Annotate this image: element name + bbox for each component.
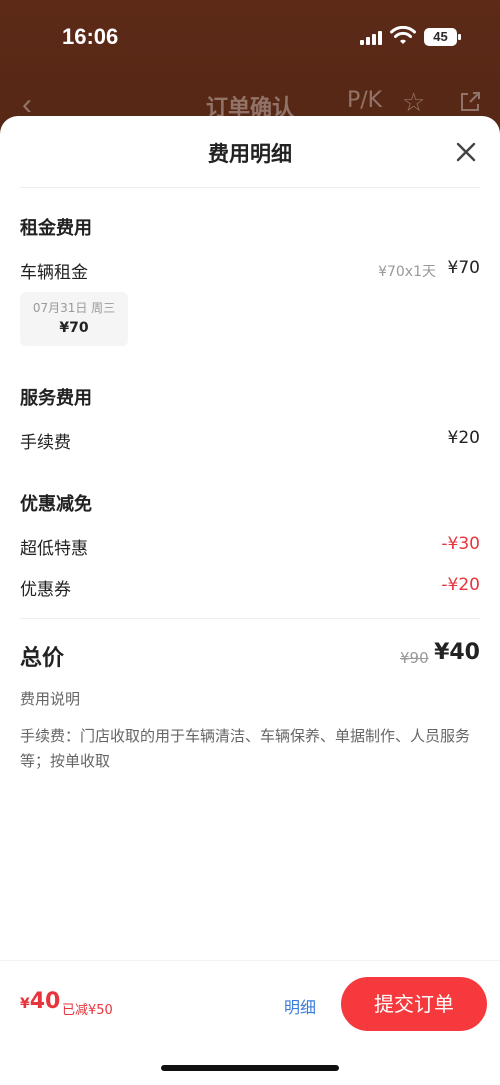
battery-icon: 45 bbox=[424, 28, 461, 46]
rental-label: 车辆租金 bbox=[20, 263, 88, 283]
close-icon[interactable] bbox=[454, 140, 478, 164]
share-icon[interactable] bbox=[458, 90, 482, 114]
star-icon[interactable]: ☆ bbox=[402, 88, 425, 118]
coupon-label: 优惠券 bbox=[20, 580, 71, 600]
status-time: 16:06 bbox=[62, 24, 119, 49]
sheet-title: 费用明细 bbox=[208, 142, 292, 166]
service-label: 手续费 bbox=[20, 433, 71, 453]
bottom-price: ¥40 bbox=[20, 989, 60, 1014]
status-bar: 16:06 45 bbox=[0, 0, 500, 74]
rental-amount: ¥70 bbox=[447, 258, 480, 278]
total-original-price: ¥90 bbox=[400, 649, 429, 667]
submit-order-button[interactable]: 提交订单 bbox=[341, 977, 487, 1031]
battery-level: 45 bbox=[433, 29, 448, 44]
fee-note-body: 手续费：门店收取的用于车辆清洁、车辆保养、单据制作、人员服务等；按单收取 bbox=[20, 727, 471, 770]
coupon-amount: -¥20 bbox=[441, 575, 480, 595]
bottom-saved-amount: 已减¥50 bbox=[62, 1003, 113, 1018]
detail-link[interactable]: 明细 bbox=[284, 994, 316, 1018]
rental-unit-price: ¥70x1天 bbox=[378, 264, 436, 280]
bottom-bar: ¥40 已减¥50 明细 提交订单 bbox=[0, 960, 500, 1085]
fee-detail-sheet: 费用明细 租金费用 车辆租金 ¥70x1天 ¥70 07月31日 周三 ¥70 … bbox=[0, 116, 500, 1084]
pk-icon[interactable]: P/K bbox=[347, 88, 382, 113]
cellular-signal-icon bbox=[360, 31, 382, 45]
rental-section-title: 租金费用 bbox=[20, 218, 92, 239]
rental-day-date: 07月31日 周三 bbox=[32, 301, 116, 315]
bottom-price-value: 40 bbox=[29, 989, 61, 1014]
total-label: 总价 bbox=[20, 646, 65, 671]
rental-day-price: ¥70 bbox=[59, 320, 89, 336]
rental-day-chip: 07月31日 周三 ¥70 bbox=[20, 292, 128, 346]
total-final-price: ¥40 bbox=[434, 640, 480, 665]
discount-amount: -¥30 bbox=[441, 534, 480, 554]
discount-section-title: 优惠减免 bbox=[20, 494, 92, 515]
service-section-title: 服务费用 bbox=[20, 388, 92, 409]
wifi-icon bbox=[390, 26, 416, 44]
header-divider bbox=[20, 187, 480, 188]
fee-note-title: 费用说明 bbox=[20, 690, 81, 708]
discount-label: 超低特惠 bbox=[20, 539, 88, 559]
service-amount: ¥20 bbox=[447, 428, 480, 448]
bottom-price-currency: ¥ bbox=[20, 996, 30, 1012]
home-indicator bbox=[161, 1065, 339, 1071]
total-divider bbox=[20, 618, 480, 619]
